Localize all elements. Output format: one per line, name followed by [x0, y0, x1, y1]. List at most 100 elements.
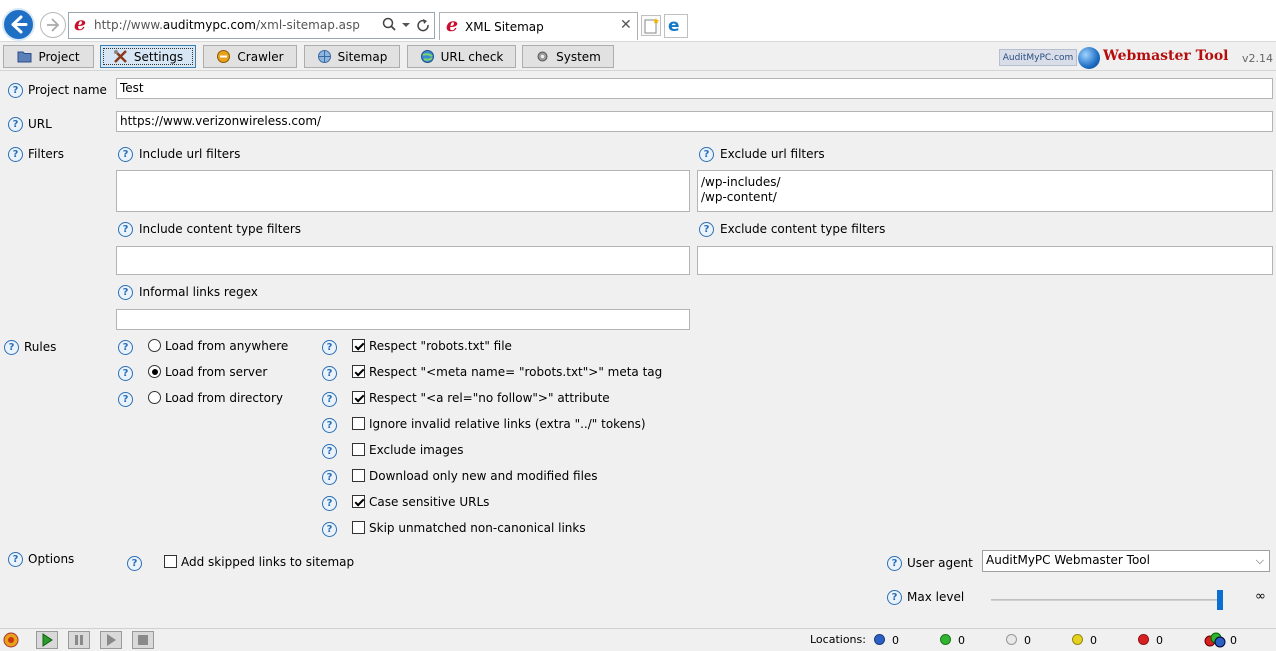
include-url-filters-input[interactable] [116, 170, 690, 212]
browser-tab[interactable]: e XML Sitemap ✕ [439, 12, 638, 40]
help-icon[interactable]: ? [118, 392, 133, 407]
tab-crawler[interactable]: Crawler [203, 45, 297, 68]
ie-page-icon: e [74, 13, 87, 35]
load-directory-label[interactable]: Load from directory [165, 391, 283, 405]
exclude-url-filters-input[interactable]: /wp-includes/ /wp-content/ [697, 170, 1273, 212]
help-icon[interactable]: ? [887, 590, 902, 605]
checkbox-respect-meta[interactable] [352, 365, 365, 378]
help-icon[interactable]: ? [322, 444, 337, 459]
respect-nofollow-label[interactable]: Respect "<a rel="no follow">" attribute [369, 391, 610, 405]
checkbox-download-new[interactable] [352, 469, 365, 482]
new-tab-button[interactable] [641, 15, 661, 36]
help-icon[interactable]: ? [127, 556, 142, 571]
step-button[interactable] [100, 631, 122, 649]
tab-project[interactable]: Project [3, 45, 94, 68]
tab-sitemap[interactable]: Sitemap [304, 45, 400, 68]
help-icon[interactable]: ? [8, 552, 23, 567]
blue-count: 0 [892, 634, 899, 647]
checkbox-respect-nofollow[interactable] [352, 391, 365, 404]
white-status-dot [1006, 634, 1017, 645]
checkbox-exclude-images[interactable] [352, 443, 365, 456]
checkbox-ignore-invalid[interactable] [352, 417, 365, 430]
help-icon[interactable]: ? [118, 147, 133, 162]
tab-settings[interactable]: Settings [100, 45, 196, 68]
informal-links-label: Informal links regex [139, 285, 258, 299]
tab-url-check[interactable]: URL check [407, 45, 516, 68]
forward-button[interactable] [40, 12, 66, 38]
help-icon[interactable]: ? [4, 340, 19, 355]
tab-project-label: Project [38, 49, 80, 64]
help-icon[interactable]: ? [118, 340, 133, 355]
help-icon[interactable]: ? [322, 340, 337, 355]
include-content-type-label: Include content type filters [139, 222, 302, 236]
checkbox-add-skipped[interactable] [164, 555, 177, 568]
stop-button[interactable] [132, 631, 154, 649]
project-name-label: Project name [28, 83, 107, 97]
respect-robots-label[interactable]: Respect "robots.txt" file [369, 339, 512, 353]
tab-system[interactable]: System [522, 45, 614, 68]
help-icon[interactable]: ? [322, 496, 337, 511]
checkbox-respect-robots[interactable] [352, 339, 365, 352]
brand-globe-icon [1078, 47, 1100, 69]
add-skipped-label[interactable]: Add skipped links to sitemap [181, 555, 354, 569]
search-icon[interactable] [382, 17, 396, 31]
max-level-slider-track[interactable] [991, 599, 1221, 601]
checkbox-case-sensitive[interactable] [352, 495, 365, 508]
radio-load-anywhere[interactable] [148, 339, 161, 352]
stop-icon [138, 635, 148, 645]
yellow-count: 0 [1090, 634, 1097, 647]
skip-noncanonical-label[interactable]: Skip unmatched non-canonical links [369, 521, 586, 535]
globe-icon [420, 50, 434, 63]
help-icon[interactable]: ? [322, 418, 337, 433]
refresh-icon[interactable] [417, 19, 429, 32]
include-content-type-input[interactable] [116, 246, 690, 275]
load-anywhere-label[interactable]: Load from anywhere [165, 339, 288, 353]
radio-load-directory[interactable] [148, 391, 161, 404]
tab-crawler-label: Crawler [237, 49, 284, 64]
address-bar[interactable]: e http://www.auditmypc.com/xml-sitemap.a… [68, 12, 435, 39]
exclude-images-label[interactable]: Exclude images [369, 443, 463, 457]
checkbox-skip-noncanonical[interactable] [352, 521, 365, 534]
dropdown-icon[interactable] [402, 23, 410, 27]
help-icon[interactable]: ? [118, 222, 133, 237]
help-icon[interactable]: ? [8, 83, 23, 98]
help-icon[interactable]: ? [322, 366, 337, 381]
address-tools [381, 16, 435, 34]
back-button[interactable] [2, 8, 35, 41]
edge-button[interactable]: e [664, 14, 688, 38]
user-agent-select[interactable]: AuditMyPC Webmaster Tool ⌵ [982, 550, 1270, 572]
ignore-invalid-label[interactable]: Ignore invalid relative links (extra "..… [369, 417, 646, 431]
pause-button[interactable] [68, 631, 90, 649]
help-icon[interactable]: ? [322, 522, 337, 537]
address-url[interactable]: http://www.auditmypc.com/xml-sitemap.asp [94, 18, 360, 32]
tab-url-check-label: URL check [440, 49, 504, 64]
help-icon[interactable]: ? [322, 470, 337, 485]
green-status-dot [940, 634, 951, 645]
play-button[interactable] [36, 631, 58, 649]
help-icon[interactable]: ? [8, 147, 23, 162]
new-tab-icon [644, 18, 659, 34]
max-level-slider-thumb[interactable] [1217, 590, 1223, 610]
radio-load-server[interactable] [148, 365, 161, 378]
yellow-status-dot [1072, 634, 1083, 645]
exclude-content-type-input[interactable] [697, 246, 1273, 275]
pause-icon [75, 635, 83, 645]
load-server-label[interactable]: Load from server [165, 365, 267, 379]
tab-sitemap-label: Sitemap [337, 49, 388, 64]
download-new-label[interactable]: Download only new and modified files [369, 469, 598, 483]
url-input[interactable]: https://www.verizonwireless.com/ [116, 111, 1273, 132]
help-icon[interactable]: ? [699, 222, 714, 237]
help-icon[interactable]: ? [8, 117, 23, 132]
tab-close-icon[interactable]: ✕ [620, 17, 632, 33]
project-name-input[interactable]: Test [116, 78, 1273, 99]
help-icon[interactable]: ? [887, 556, 902, 571]
respect-meta-label[interactable]: Respect "<meta name= "robots.txt">" meta… [369, 365, 662, 379]
help-icon[interactable]: ? [699, 147, 714, 162]
help-icon[interactable]: ? [118, 285, 133, 300]
informal-links-input[interactable] [116, 309, 690, 330]
browser-chrome: e http://www.auditmypc.com/xml-sitemap.a… [0, 0, 1276, 42]
help-icon[interactable]: ? [118, 366, 133, 381]
case-sensitive-label[interactable]: Case sensitive URLs [369, 495, 489, 509]
help-icon[interactable]: ? [322, 392, 337, 407]
white-count: 0 [1024, 634, 1031, 647]
